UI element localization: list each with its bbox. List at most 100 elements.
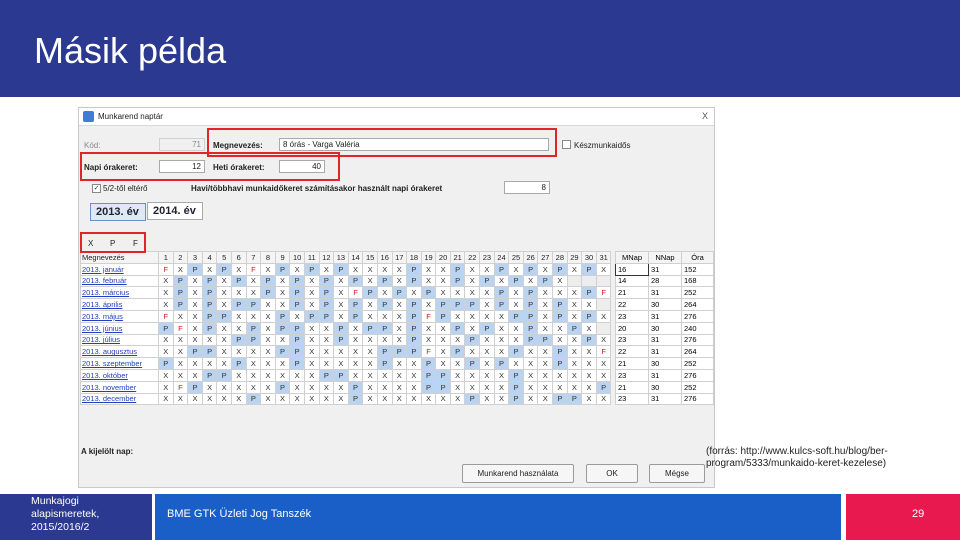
day-cell[interactable]: X [303, 321, 320, 335]
day-cell[interactable]: X [376, 309, 393, 323]
day-cell[interactable]: P [245, 392, 262, 406]
day-cell[interactable]: X [464, 274, 481, 288]
day-cell[interactable]: P [318, 286, 335, 300]
day-cell[interactable]: X [493, 321, 510, 335]
day-cell[interactable]: X [537, 309, 554, 323]
day-cell[interactable]: P [552, 392, 568, 406]
day-cell[interactable]: X [172, 262, 189, 276]
day-cell[interactable]: X [420, 392, 437, 406]
day-cell[interactable]: X [172, 357, 189, 370]
day-cell[interactable]: X [420, 333, 437, 347]
day-cell[interactable]: X [362, 262, 378, 276]
day-cell[interactable]: X [187, 321, 203, 335]
day-cell[interactable]: X [420, 321, 437, 335]
day-cell[interactable]: X [274, 298, 291, 311]
day-cell[interactable]: X [376, 368, 393, 382]
day-cell[interactable]: P [201, 321, 218, 335]
day-cell[interactable]: P [187, 262, 203, 276]
day-cell[interactable]: P [508, 368, 524, 382]
day-cell[interactable]: P [289, 333, 305, 347]
month-link[interactable]: 2013. február [80, 274, 159, 288]
day-cell[interactable]: P [216, 309, 232, 323]
day-cell[interactable]: P [435, 298, 451, 311]
day-cell[interactable]: P [552, 298, 568, 311]
day-cell[interactable]: X [508, 333, 524, 347]
day-cell[interactable]: P [493, 286, 510, 300]
day-cell[interactable]: X [449, 380, 466, 394]
day-cell[interactable]: X [216, 345, 232, 359]
day-cell[interactable]: P [172, 274, 189, 288]
day-cell[interactable]: P [289, 345, 305, 359]
day-cell[interactable]: X [274, 368, 291, 382]
day-cell[interactable]: P [479, 274, 495, 288]
month-link[interactable]: 2013. szeptember [80, 357, 159, 370]
day-cell[interactable]: X [493, 345, 510, 359]
day-cell[interactable]: P [376, 274, 393, 288]
day-cell[interactable]: X [318, 392, 335, 406]
day-cell[interactable]: P [420, 357, 437, 370]
day-cell[interactable]: X [303, 357, 320, 370]
day-cell[interactable]: P [216, 368, 232, 382]
day-cell[interactable]: P [230, 333, 247, 347]
day-cell[interactable]: X [435, 321, 451, 335]
day-cell[interactable]: P [274, 321, 291, 335]
day-cell[interactable]: P [245, 298, 262, 311]
day-cell[interactable]: X [435, 345, 451, 359]
day-cell[interactable]: X [537, 357, 554, 370]
day-cell[interactable]: X [362, 333, 378, 347]
day-cell[interactable]: X [274, 333, 291, 347]
day-cell[interactable]: X [260, 392, 276, 406]
month-link[interactable]: 2013. november [80, 380, 159, 394]
day-cell[interactable]: X [464, 380, 481, 394]
day-cell[interactable]: F [158, 309, 174, 323]
day-cell[interactable]: P [362, 321, 378, 335]
day-cell[interactable]: X [230, 392, 247, 406]
day-cell[interactable]: X [522, 368, 539, 382]
day-cell[interactable]: X [493, 392, 510, 406]
day-cell[interactable]: X [260, 333, 276, 347]
use-schedule-button[interactable]: Munkarend használata [462, 464, 574, 483]
day-cell[interactable]: P [435, 309, 451, 323]
day-cell[interactable]: X [362, 368, 378, 382]
day-cell[interactable]: X [391, 392, 408, 406]
day-cell[interactable]: X [362, 298, 378, 311]
day-cell[interactable]: X [595, 368, 612, 382]
day-cell[interactable]: P [201, 286, 218, 300]
month-link[interactable]: 2013. október [80, 368, 159, 382]
day-cell[interactable]: X [537, 321, 554, 335]
day-cell[interactable]: X [566, 368, 583, 382]
day-cell[interactable]: X [522, 392, 539, 406]
day-cell[interactable]: X [187, 357, 203, 370]
day-cell[interactable]: X [172, 392, 189, 406]
day-cell[interactable]: P [566, 392, 583, 406]
day-cell[interactable]: X [347, 345, 364, 359]
day-cell[interactable]: P [479, 321, 495, 335]
day-cell[interactable]: P [333, 262, 349, 276]
day-cell[interactable]: X [479, 345, 495, 359]
day-cell[interactable]: P [260, 274, 276, 288]
day-cell[interactable]: X [435, 357, 451, 370]
day-cell[interactable]: X [566, 357, 583, 370]
day-cell[interactable]: P [508, 345, 524, 359]
month-link[interactable]: 2013. december [80, 392, 159, 406]
day-cell[interactable]: P [347, 298, 364, 311]
day-cell[interactable]: P [522, 321, 539, 335]
day-cell[interactable]: F [172, 321, 189, 335]
day-cell[interactable]: P [581, 309, 597, 323]
day-cell[interactable]: X [595, 333, 612, 347]
day-cell[interactable]: P [552, 357, 568, 370]
day-cell[interactable]: X [187, 392, 203, 406]
day-cell[interactable]: P [464, 333, 481, 347]
day-cell[interactable]: X [303, 333, 320, 347]
day-cell[interactable]: X [479, 262, 495, 276]
day-cell[interactable]: X [274, 392, 291, 406]
day-cell[interactable]: X [522, 380, 539, 394]
day-cell[interactable]: X [245, 286, 262, 300]
day-cell[interactable]: X [595, 309, 612, 323]
day-cell[interactable]: X [537, 392, 554, 406]
day-cell[interactable]: P [274, 380, 291, 394]
day-cell[interactable]: X [318, 333, 335, 347]
day-cell[interactable]: X [435, 333, 451, 347]
day-cell[interactable]: P [449, 321, 466, 335]
day-cell[interactable]: X [479, 357, 495, 370]
